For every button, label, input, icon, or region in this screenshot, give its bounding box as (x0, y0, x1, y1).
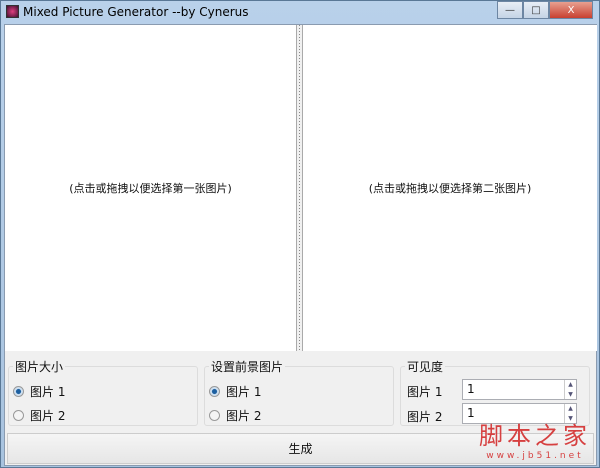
maximize-button[interactable]: □ (523, 1, 549, 19)
radio-unchecked-icon (209, 410, 220, 421)
second-image-hint: (点击或拖拽以便选择第二张图片) (368, 182, 532, 195)
client-area: (点击或拖拽以便选择第一张图片) (点击或拖拽以便选择第二张图片) 图片大小 图… (4, 24, 597, 466)
radio-label: 图片 2 (226, 409, 262, 423)
window-title: Mixed Picture Generator --by Cynerus (23, 5, 249, 19)
foreground-group: 设置前景图片 图片 1 图片 2 (204, 358, 394, 426)
radio-unchecked-icon (13, 410, 24, 421)
spin-up-icon[interactable]: ▲ (568, 381, 573, 388)
foreground-radio-image1[interactable]: 图片 1 (209, 383, 261, 400)
size-radio-image1[interactable]: 图片 1 (13, 383, 65, 400)
radio-checked-icon (13, 386, 24, 397)
group-label: 图片大小 (13, 358, 66, 375)
first-image-drop-area[interactable]: (点击或拖拽以便选择第一张图片) (5, 25, 297, 351)
image-size-group: 图片大小 图片 1 图片 2 (8, 358, 198, 426)
foreground-radio-image2[interactable]: 图片 2 (209, 407, 261, 424)
minimize-button[interactable]: — (497, 1, 523, 19)
radio-checked-icon (209, 386, 220, 397)
radio-label: 图片 1 (30, 385, 66, 399)
group-label: 设置前景图片 (209, 358, 286, 375)
app-icon (6, 5, 19, 18)
visibility-image1-spinner[interactable]: 1 ▲ ▼ (462, 379, 577, 400)
close-button[interactable]: X (549, 1, 593, 19)
spin-down-icon[interactable]: ▼ (568, 391, 573, 398)
second-image-drop-area[interactable]: (点击或拖拽以便选择第二张图片) (302, 25, 597, 351)
spinner-value: 1 (467, 382, 475, 396)
group-label: 可见度 (405, 358, 446, 375)
first-image-hint: (点击或拖拽以便选择第一张图片) (69, 182, 232, 195)
size-radio-image2[interactable]: 图片 2 (13, 407, 65, 424)
radio-label: 图片 1 (226, 385, 262, 399)
radio-label: 图片 2 (30, 409, 66, 423)
watermark-url: www.jb51.net (486, 451, 584, 461)
spin-up-icon[interactable]: ▲ (568, 405, 573, 412)
watermark: 脚本之家 www.jb51.net (479, 416, 591, 461)
watermark-text: 脚本之家 (479, 422, 591, 450)
visibility-label-image2: 图片 2 (407, 410, 443, 424)
spinner-value: 1 (467, 406, 475, 420)
app-window: Mixed Picture Generator --by Cynerus — □… (0, 0, 600, 468)
visibility-label-image1: 图片 1 (407, 385, 443, 399)
